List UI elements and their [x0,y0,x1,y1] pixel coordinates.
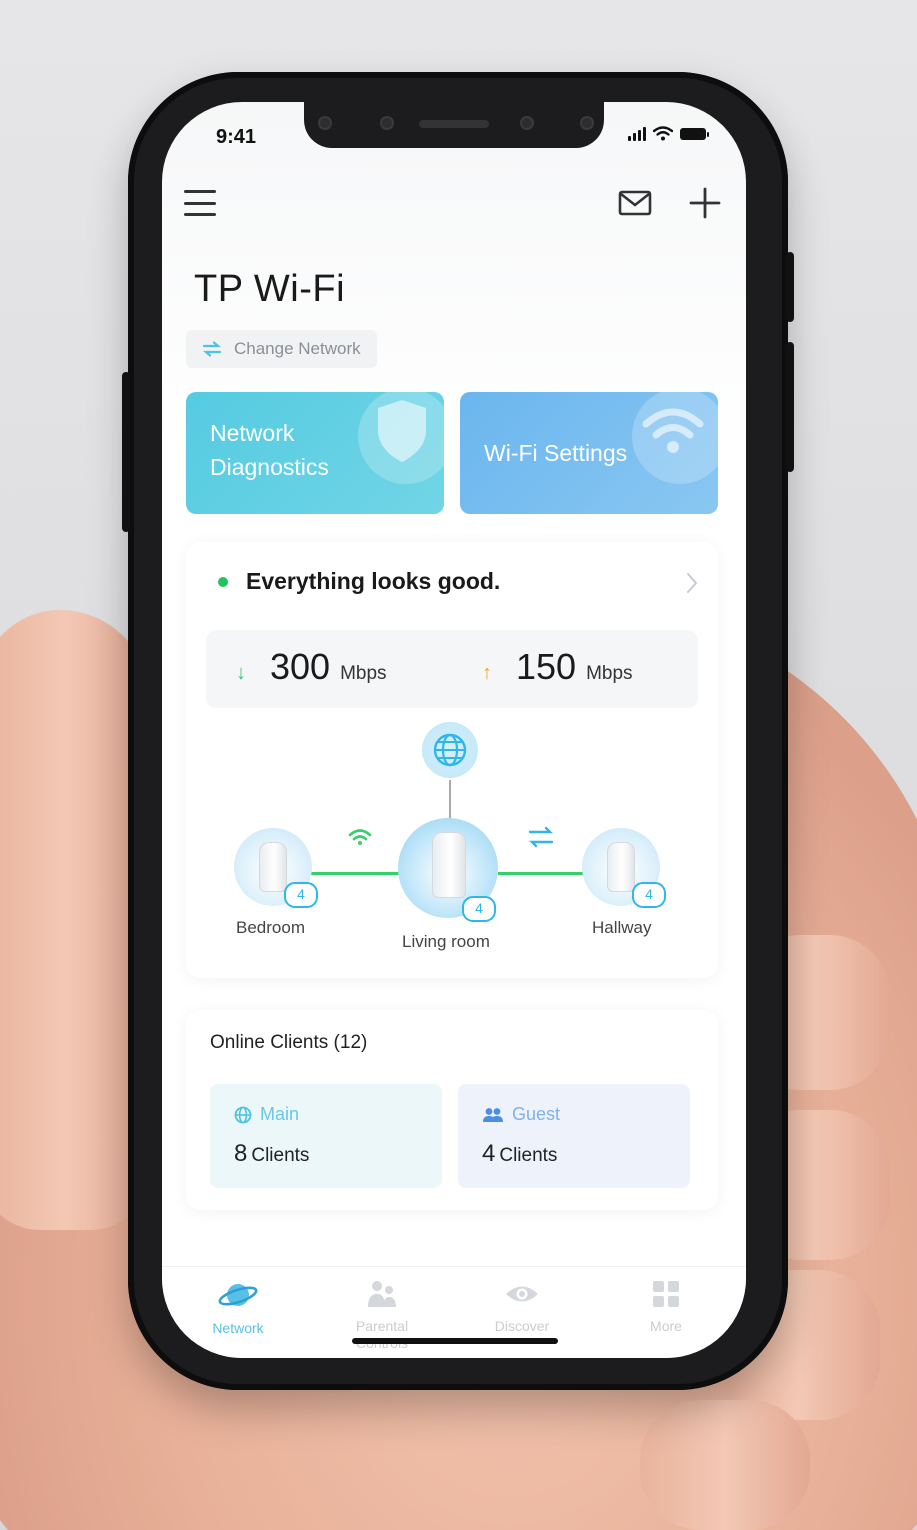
internet-node[interactable] [422,722,478,778]
sensor-icon [380,116,394,130]
users-icon [483,1107,503,1122]
globe-icon [234,1106,252,1123]
change-network-label: Change Network [234,339,361,358]
bottom-tab-bar: Network Parental Controls Discover [162,1266,746,1358]
ethernet-link-icon [528,826,554,848]
uplink-line [449,780,451,820]
upload-speed: ↑ 150 Mbps [482,646,633,687]
notch [304,102,604,148]
planet-icon [218,1284,258,1306]
main-network-clients[interactable]: Main 8 Clients [210,1084,442,1188]
tab-network[interactable]: Network [178,1279,298,1337]
main-network-tag: Main [234,1104,299,1125]
change-network-button[interactable]: Change Network [186,330,377,368]
wireless-link-icon [348,829,372,845]
status-icons [628,126,709,141]
home-indicator[interactable] [352,1338,558,1344]
satellite-node-hallway[interactable]: 4 [582,828,666,908]
add-icon[interactable] [688,186,722,220]
grid-icon [653,1281,679,1307]
deco-unit [607,842,635,892]
page-title: TP Wi-Fi [194,268,346,310]
wifi-settings-label: Wi-Fi Settings [484,440,628,466]
globe-icon [433,733,467,767]
mail-icon[interactable] [618,190,652,216]
phone-screen: 9:41 TP Wi-Fi Change Network Network Dia… [162,102,746,1358]
wifi-icon [642,408,704,453]
wifi-settings-card[interactable]: Wi-Fi Settings [460,392,718,514]
deco-unit [432,832,466,898]
node-label-bedroom: Bedroom [236,918,305,937]
guest-network-tag: Guest [482,1104,560,1125]
camera-icon [520,116,534,130]
tab-discover[interactable]: Discover [462,1279,582,1335]
network-diagnostics-card[interactable]: Network Diagnostics [186,392,444,514]
main-node-living-room[interactable]: 4 [398,818,498,922]
guest-client-count: 4 Clients [482,1140,558,1167]
status-message: Everything looks good. [246,568,501,594]
node-label-hallway: Hallway [592,918,652,937]
client-count-badge: 4 [462,896,496,922]
sensor-icon [318,116,332,130]
hand-finger-4 [640,1400,810,1530]
online-clients-title: Online Clients (12) [210,1032,368,1053]
speaker-grille [419,120,489,128]
main-client-count: 8 Clients [234,1140,310,1167]
network-diagnostics-label: Network Diagnostics [210,420,329,480]
online-clients-card: Online Clients (12) Main 8 Clients Guest… [186,1010,718,1210]
shield-icon [378,400,426,462]
tab-more[interactable]: More [606,1279,726,1335]
phone-volume-button [786,252,794,322]
status-time: 9:41 [216,126,257,148]
cellular-signal-icon [628,126,646,141]
family-icon [368,1281,396,1307]
network-status-card[interactable]: Everything looks good. ↓ 300 Mbps ↑ 150 … [186,542,718,978]
battery-icon [680,127,709,140]
phone-side-button [122,372,130,532]
satellite-node-bedroom[interactable]: 4 [234,828,318,908]
swap-icon [202,341,222,357]
sensor-icon [580,116,594,130]
download-arrow-icon: ↓ [236,662,246,684]
chevron-right-icon[interactable] [686,572,698,594]
mesh-topology: 4 Bedroom 4 Living room 4 Hallway [186,722,718,972]
eye-icon [506,1286,538,1302]
wifi-status-icon [653,126,673,141]
menu-icon[interactable] [184,190,216,216]
download-speed: ↓ 300 Mbps [236,646,387,687]
link-line [304,872,402,875]
client-count-badge: 4 [632,882,666,908]
node-label-living-room: Living room [402,932,490,951]
guest-network-clients[interactable]: Guest 4 Clients [458,1084,690,1188]
status-ok-dot [218,576,228,587]
link-line [498,872,584,875]
status-row: Everything looks good. [218,568,500,595]
phone-volume-button [786,342,794,472]
client-count-badge: 4 [284,882,318,908]
upload-arrow-icon: ↑ [482,662,492,684]
phone-frame: 9:41 TP Wi-Fi Change Network Network Dia… [122,72,794,1390]
speed-panel: ↓ 300 Mbps ↑ 150 Mbps [206,630,698,708]
deco-unit [259,842,287,892]
